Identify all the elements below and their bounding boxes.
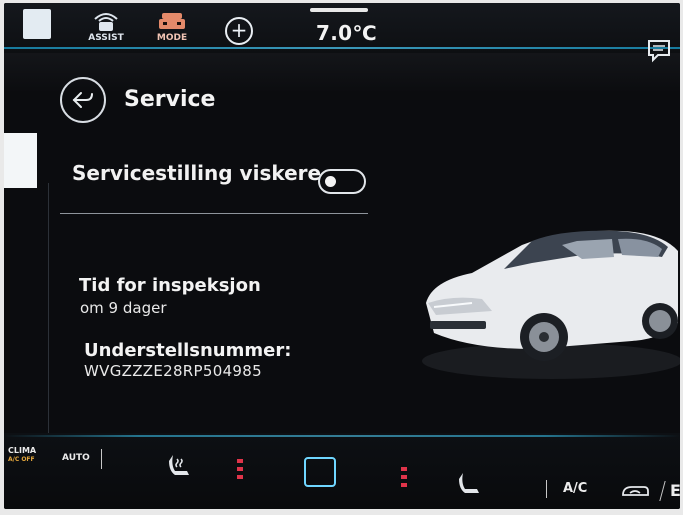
temperature-indicator bbox=[310, 8, 368, 12]
back-arrow-icon bbox=[72, 92, 93, 108]
infotainment-screen: ASSIST MODE + 7.0℃ Service Servicestilli… bbox=[4, 3, 680, 509]
climate-bar bbox=[4, 433, 680, 509]
ac-button[interactable]: A/C bbox=[563, 481, 587, 496]
side-panel-handle[interactable] bbox=[4, 133, 37, 188]
clima-label: CLIMA bbox=[8, 446, 37, 455]
wiper-service-label: Servicestilling viskere bbox=[72, 161, 322, 185]
inspection-title: Tid for inspeksjon bbox=[79, 275, 261, 296]
page-title: Service bbox=[124, 87, 216, 112]
add-shortcut-button[interactable]: + bbox=[225, 17, 253, 45]
climate-bar-glow bbox=[4, 435, 680, 437]
heat-level-left-indicator bbox=[237, 459, 243, 479]
clima-sub-label: A/C OFF bbox=[8, 456, 35, 463]
left-rail-divider bbox=[48, 183, 49, 453]
vin-value: WVGZZZE28RP504985 bbox=[84, 362, 262, 380]
assist-button[interactable]: ASSIST bbox=[88, 9, 124, 45]
separator bbox=[101, 449, 102, 469]
cropped-button-label[interactable]: E bbox=[670, 481, 680, 500]
separator bbox=[546, 480, 547, 498]
plus-icon: + bbox=[230, 18, 248, 42]
auto-climate-button[interactable]: AUTO bbox=[62, 453, 90, 463]
clima-button[interactable]: CLIMA A/C OFF bbox=[8, 446, 36, 464]
heat-level-right-indicator bbox=[401, 467, 407, 487]
recirculation-icon[interactable] bbox=[620, 483, 650, 499]
toggle-knob bbox=[325, 176, 336, 187]
top-accent-line bbox=[4, 47, 680, 49]
seat-heating-left-icon[interactable] bbox=[167, 451, 193, 479]
row-divider bbox=[60, 213, 368, 214]
home-button[interactable] bbox=[23, 9, 51, 39]
assist-icon bbox=[94, 13, 118, 31]
assist-label: ASSIST bbox=[88, 33, 124, 43]
vin-title: Understellsnummer: bbox=[84, 340, 292, 361]
message-icon[interactable] bbox=[646, 37, 672, 63]
back-button[interactable] bbox=[60, 77, 106, 123]
outside-temperature: 7.0℃ bbox=[316, 21, 377, 45]
car-mode-icon bbox=[159, 13, 185, 29]
vehicle-image bbox=[422, 230, 680, 379]
drive-mode-button[interactable]: MODE bbox=[154, 9, 190, 45]
home-square-button[interactable] bbox=[304, 457, 336, 487]
inspection-due: om 9 dager bbox=[80, 299, 167, 317]
mode-label: MODE bbox=[156, 33, 188, 43]
wiper-service-toggle[interactable] bbox=[318, 169, 366, 194]
seat-heating-right-icon[interactable] bbox=[459, 471, 485, 497]
